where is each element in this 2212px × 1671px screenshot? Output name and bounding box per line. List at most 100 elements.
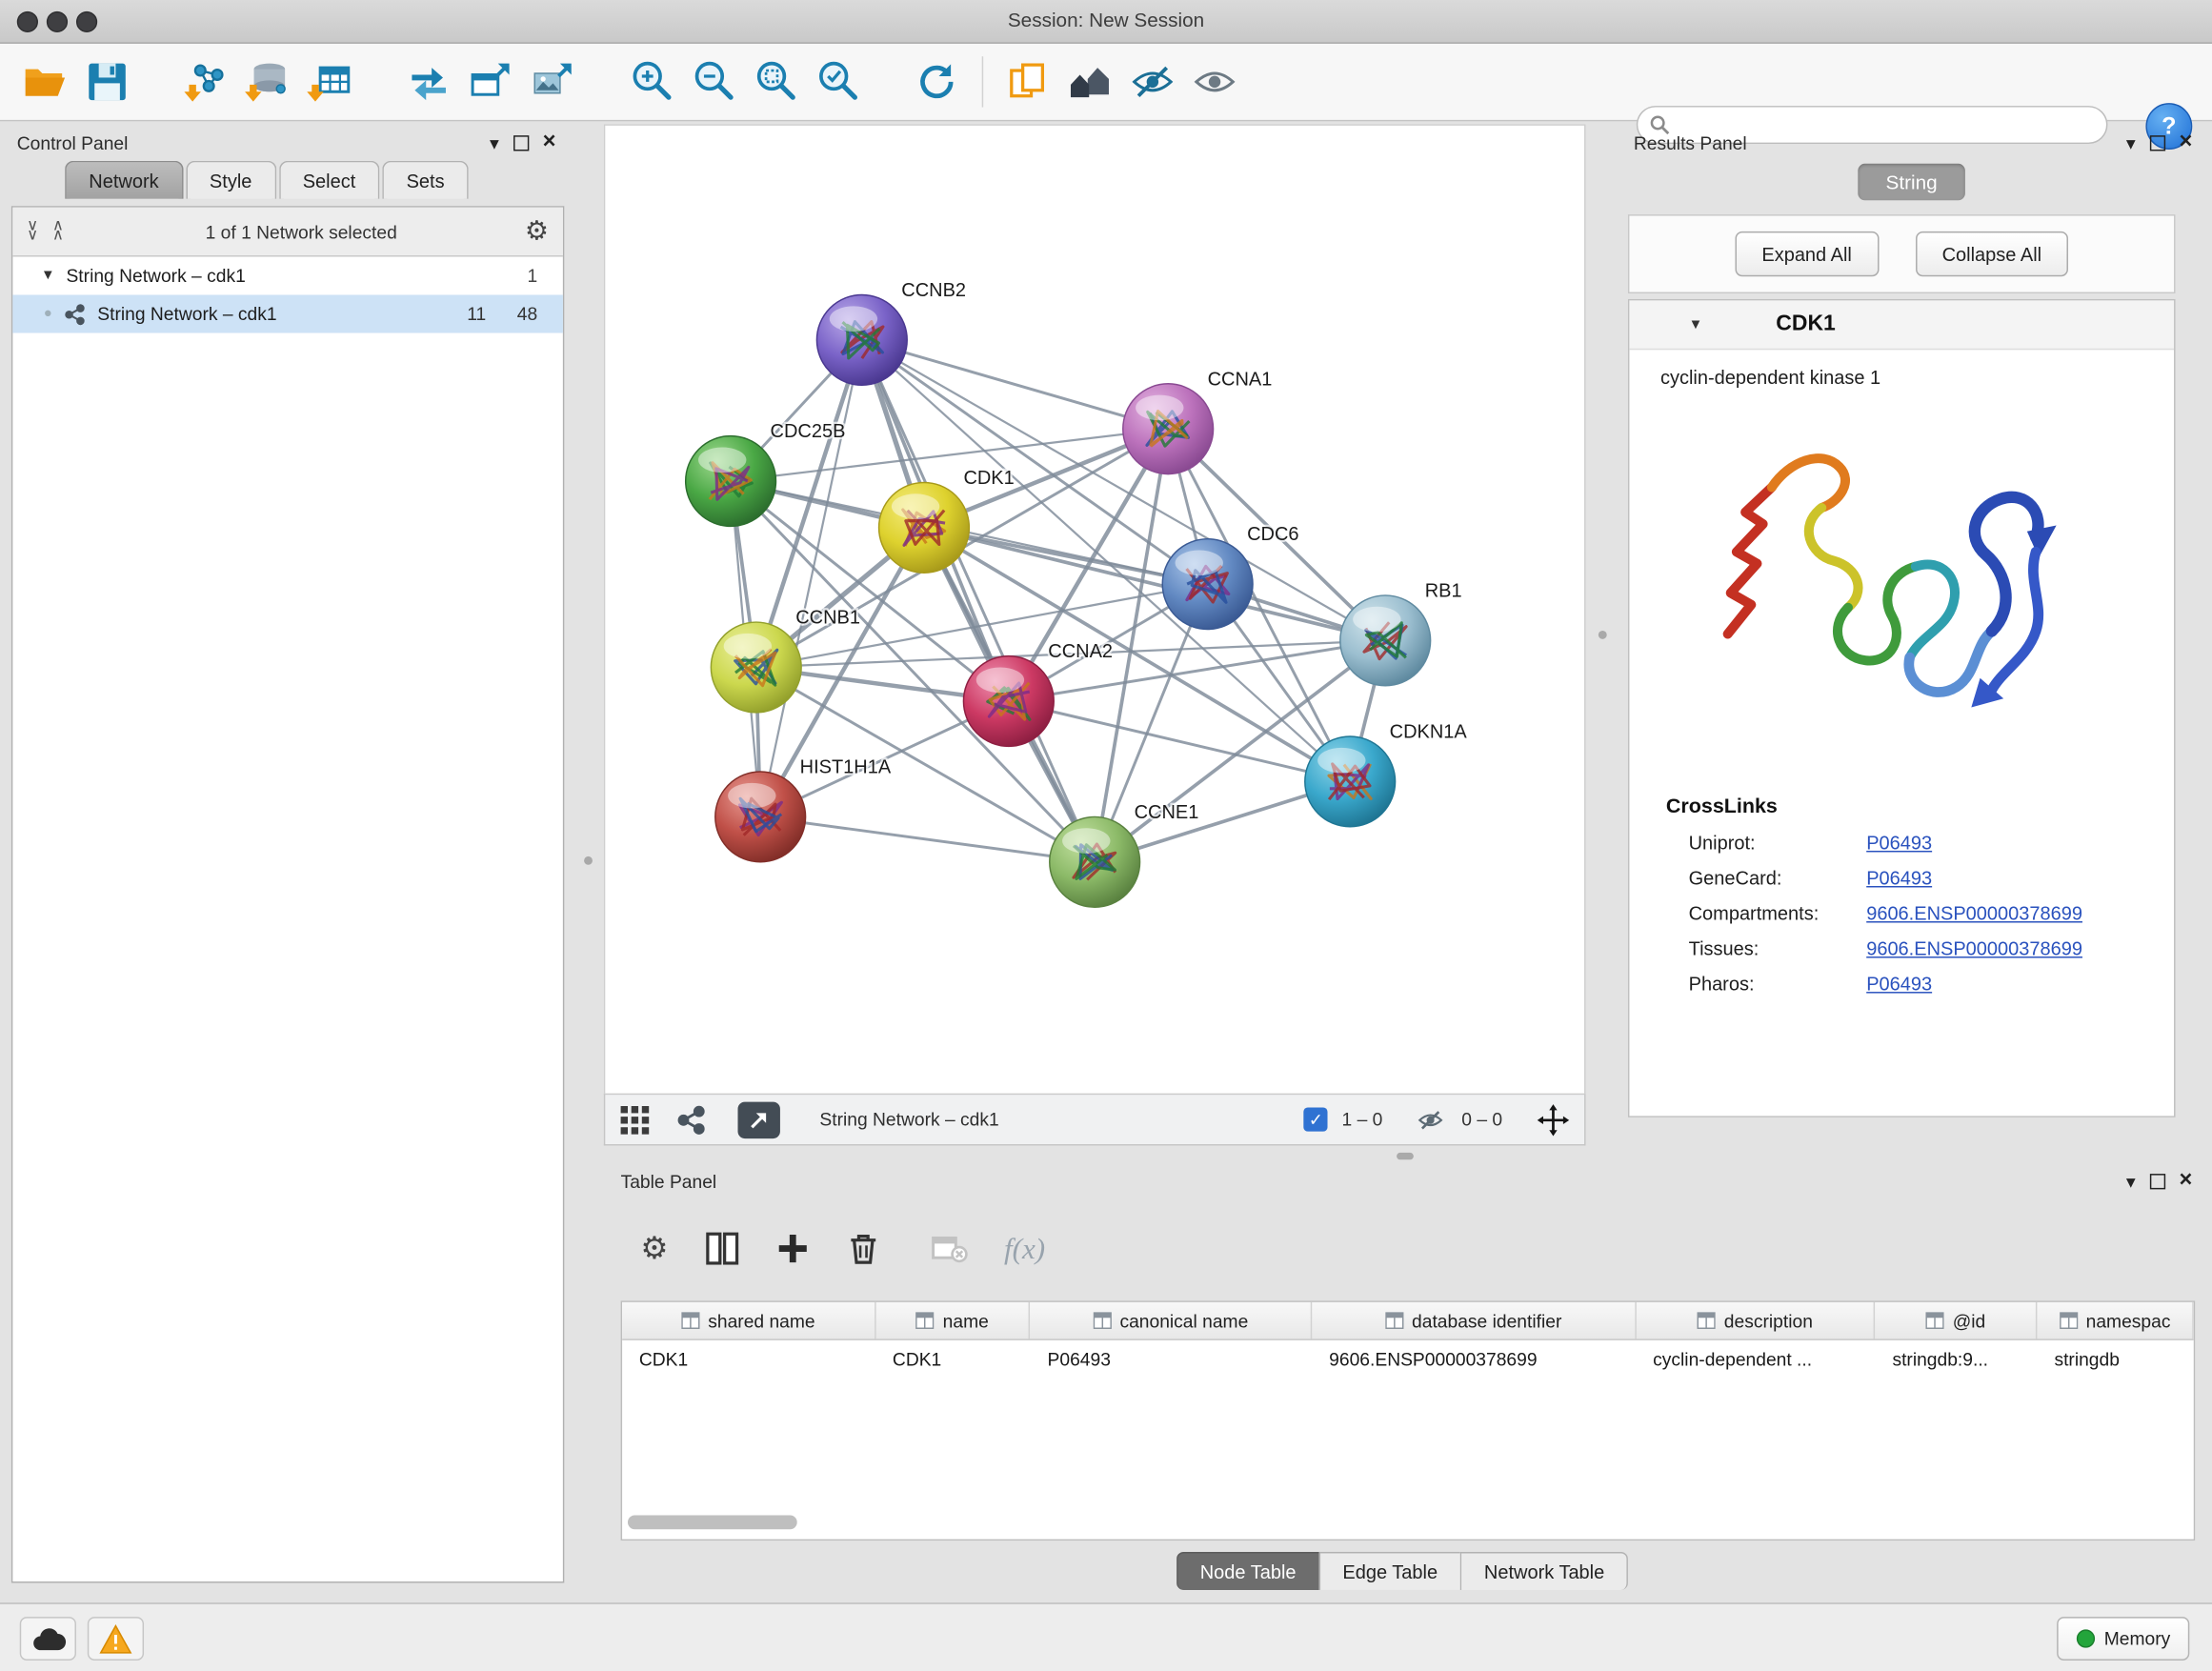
eye-icon: [1191, 58, 1238, 106]
column-header-description[interactable]: description: [1636, 1302, 1875, 1339]
select-columns-icon[interactable]: [705, 1232, 739, 1266]
network-edge[interactable]: [862, 340, 1095, 862]
add-column-icon[interactable]: [775, 1232, 810, 1266]
table-cell[interactable]: stringdb: [2038, 1340, 2194, 1378]
network-edge[interactable]: [760, 340, 862, 817]
column-header-namespac[interactable]: namespac: [2038, 1302, 2194, 1339]
network-node-HIST1H1A[interactable]: HIST1H1A: [715, 757, 892, 862]
zoom-in-button[interactable]: [621, 50, 683, 112]
network-node-CCNA1[interactable]: CCNA1: [1123, 369, 1273, 473]
network-collection-row[interactable]: ▼ String Network – cdk1 1: [12, 257, 563, 295]
export-image-button[interactable]: [522, 50, 584, 112]
network-node-CDK1[interactable]: CDK1: [879, 468, 1015, 573]
panel-float-icon[interactable]: [513, 134, 529, 150]
table-cell[interactable]: 9606.ENSP00000378699: [1312, 1340, 1636, 1378]
crosslink-link[interactable]: 9606.ENSP00000378699: [1866, 938, 2097, 959]
crosslink-link[interactable]: P06493: [1866, 974, 1946, 995]
table-toolbar: ⚙ f(x): [621, 1214, 1046, 1284]
bottom-splitter-handle[interactable]: [1397, 1153, 1414, 1159]
import-table-button[interactable]: [299, 50, 361, 112]
share-view-icon[interactable]: [675, 1104, 707, 1136]
result-entry-header[interactable]: ▼ CDK1: [1629, 300, 2174, 350]
crosslink-link[interactable]: P06493: [1866, 868, 1946, 889]
network-node-CCNB2[interactable]: CCNB2: [816, 280, 966, 385]
tab-string[interactable]: String: [1858, 164, 1965, 201]
entry-twisty-icon[interactable]: ▼: [1689, 316, 1703, 332]
show-graphics-button[interactable]: [1183, 50, 1245, 112]
tab-style[interactable]: Style: [186, 161, 276, 199]
image-export-icon: [529, 58, 576, 106]
network-edge[interactable]: [862, 340, 1168, 429]
selected-checkbox-icon[interactable]: ✓: [1304, 1107, 1328, 1131]
panel-menu-icon[interactable]: ▾: [2126, 1172, 2136, 1190]
panel-close-icon[interactable]: ×: [2179, 1170, 2192, 1193]
tab-network-table[interactable]: Network Table: [1460, 1552, 1629, 1590]
grid-view-icon[interactable]: [619, 1104, 651, 1136]
panel-menu-icon[interactable]: ▾: [2126, 133, 2136, 151]
expand-all-button[interactable]: Expand All: [1735, 232, 1879, 276]
panel-float-icon[interactable]: [2149, 134, 2164, 150]
network-node-CDC25B[interactable]: CDC25B: [686, 421, 846, 526]
network-canvas[interactable]: CCNB2CCNA1CDC25BCDK1CDC6RB1CCNB1CCNA2CDK…: [605, 126, 1584, 1095]
panel-close-icon[interactable]: ×: [543, 131, 556, 154]
expand-all-icon[interactable]: ∧∧: [52, 221, 64, 241]
panel-float-icon[interactable]: [2149, 1173, 2164, 1188]
column-header-@id[interactable]: @id: [1876, 1302, 2038, 1339]
refresh-view-button[interactable]: [906, 50, 968, 112]
warnings-button[interactable]: [88, 1617, 144, 1661]
right-splitter-handle[interactable]: [1599, 631, 1607, 639]
delete-column-icon[interactable]: [846, 1232, 880, 1266]
table-cell[interactable]: cyclin-dependent ...: [1636, 1340, 1875, 1378]
save-session-button[interactable]: [76, 50, 138, 112]
network-edge[interactable]: [1009, 701, 1350, 781]
column-header-canonical-name[interactable]: canonical name: [1031, 1302, 1313, 1339]
tab-edge-table[interactable]: Edge Table: [1318, 1552, 1460, 1590]
clone-network-button[interactable]: [997, 50, 1059, 112]
cloud-status-button[interactable]: [20, 1617, 76, 1661]
left-splitter-handle[interactable]: [584, 856, 593, 865]
column-header-database-identifier[interactable]: database identifier: [1312, 1302, 1636, 1339]
table-cell[interactable]: stringdb:9...: [1876, 1340, 2038, 1378]
network-from-selection-button[interactable]: [398, 50, 460, 112]
collapse-all-icon[interactable]: ∨∨: [27, 221, 38, 241]
export-table-button[interactable]: [460, 50, 522, 112]
collapse-all-button[interactable]: Collapse All: [1915, 232, 2068, 276]
tab-node-table[interactable]: Node Table: [1176, 1552, 1319, 1590]
tab-network[interactable]: Network: [65, 161, 183, 199]
table-row[interactable]: CDK1CDK1P064939606.ENSP00000378699cyclin…: [622, 1340, 2194, 1378]
table-cell[interactable]: CDK1: [622, 1340, 875, 1378]
import-network-file-button[interactable]: [175, 50, 237, 112]
horizontal-scrollbar-thumb[interactable]: [628, 1515, 797, 1529]
detach-view-button[interactable]: [738, 1101, 780, 1138]
crosslink-link[interactable]: 9606.ENSP00000378699: [1866, 903, 2097, 924]
pan-tool-icon[interactable]: [1537, 1102, 1571, 1137]
table-cell[interactable]: CDK1: [875, 1340, 1031, 1378]
network-node-CDKN1A[interactable]: CDKN1A: [1305, 722, 1468, 827]
show-all-views-button[interactable]: [1059, 50, 1121, 112]
node-label: CCNE1: [1135, 802, 1199, 823]
table-settings-icon[interactable]: ⚙: [640, 1230, 668, 1267]
import-network-database-button[interactable]: [237, 50, 299, 112]
hide-graphics-button[interactable]: [1121, 50, 1183, 112]
network-node-CCNB1[interactable]: CCNB1: [711, 608, 860, 713]
memory-button[interactable]: Memory: [2057, 1617, 2189, 1661]
column-header-shared-name[interactable]: shared name: [622, 1302, 875, 1339]
panel-close-icon[interactable]: ×: [2179, 131, 2192, 154]
network-edge[interactable]: [760, 816, 1095, 861]
panel-menu-icon[interactable]: ▾: [490, 133, 499, 151]
zoom-selected-button[interactable]: [807, 50, 869, 112]
tree-twisty-icon[interactable]: ▼: [41, 268, 55, 283]
crosslink-link[interactable]: P06493: [1866, 833, 1946, 854]
tab-select[interactable]: Select: [279, 161, 380, 199]
main-toolbar: ?: [0, 44, 2212, 121]
zoom-out-button[interactable]: [683, 50, 745, 112]
network-row[interactable]: ● String Network – cdk1 11 48: [12, 295, 563, 333]
column-header-name[interactable]: name: [875, 1302, 1031, 1339]
node-label: CCNA2: [1048, 641, 1113, 662]
open-session-button[interactable]: [14, 50, 76, 112]
table-cell[interactable]: P06493: [1031, 1340, 1313, 1378]
tab-sets[interactable]: Sets: [382, 161, 468, 199]
network-node-RB1[interactable]: RB1: [1340, 580, 1462, 685]
zoom-fit-button[interactable]: [745, 50, 807, 112]
gear-icon[interactable]: ⚙: [525, 215, 549, 248]
